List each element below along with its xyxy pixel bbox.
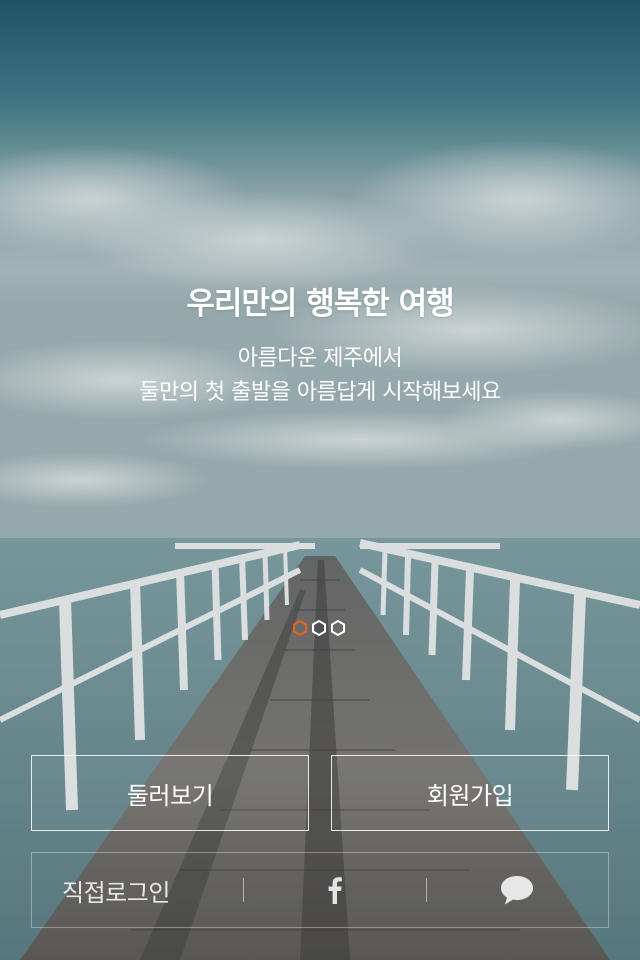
carousel-dot[interactable] bbox=[331, 620, 345, 636]
carousel-dot[interactable] bbox=[312, 620, 326, 636]
facebook-icon bbox=[328, 877, 342, 904]
direct-login-button[interactable]: 직접로그인 bbox=[32, 853, 243, 927]
facebook-login-button[interactable] bbox=[244, 853, 425, 927]
browse-button[interactable]: 둘러보기 bbox=[31, 755, 309, 831]
speech-bubble-icon bbox=[501, 876, 534, 905]
subtitle-line-1: 아름다운 제주에서 bbox=[237, 346, 403, 371]
carousel-indicators bbox=[293, 620, 349, 636]
login-bar: 직접로그인 bbox=[31, 852, 609, 928]
carousel-dot-active[interactable] bbox=[293, 620, 307, 636]
subtitle-line-2: 둘만의 첫 출발을 아름답게 시작해보세요 bbox=[139, 380, 501, 405]
page-title: 우리만의 행복한 여행 bbox=[186, 286, 454, 322]
direct-login-label: 직접로그인 bbox=[62, 878, 170, 907]
kakaotalk-login-button[interactable] bbox=[427, 853, 608, 927]
signup-button[interactable]: 회원가입 bbox=[331, 755, 609, 831]
